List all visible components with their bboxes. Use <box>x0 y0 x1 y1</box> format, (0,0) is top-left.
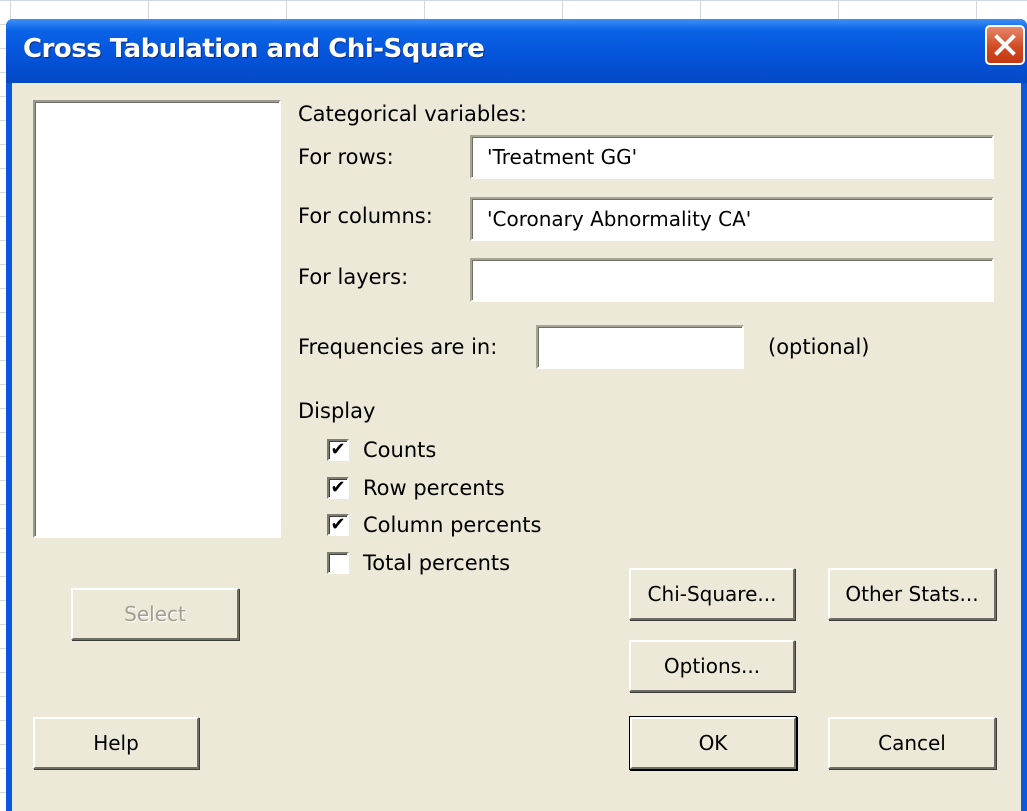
checkmark-icon: ✔ <box>330 477 346 498</box>
total-percents-checkbox[interactable] <box>327 552 349 574</box>
frequencies-field[interactable] <box>536 325 744 369</box>
other-stats-button[interactable]: Other Stats... <box>828 568 996 620</box>
cancel-button[interactable]: Cancel <box>828 717 996 769</box>
title-bar: Cross Tabulation and Chi-Square <box>6 19 1027 83</box>
column-percents-option[interactable]: ✔ Column percents <box>327 511 541 539</box>
row-percents-label: Row percents <box>363 476 505 500</box>
select-button[interactable]: Select <box>71 588 239 640</box>
counts-label: Counts <box>363 438 437 462</box>
close-icon <box>994 34 1016 56</box>
variable-list[interactable] <box>33 100 281 538</box>
rows-field[interactable]: 'Treatment GG' <box>470 135 994 179</box>
row-percents-checkbox[interactable]: ✔ <box>327 477 349 499</box>
options-button[interactable]: Options... <box>629 640 795 692</box>
counts-checkbox[interactable]: ✔ <box>327 439 349 461</box>
column-percents-checkbox[interactable]: ✔ <box>327 514 349 536</box>
columns-field[interactable]: 'Coronary Abnormality CA' <box>470 197 994 241</box>
for-columns-label: For columns: <box>298 204 433 228</box>
column-percents-label: Column percents <box>363 513 542 537</box>
total-percents-label: Total percents <box>363 551 511 575</box>
categorical-variables-label: Categorical variables: <box>298 102 527 126</box>
counts-option[interactable]: ✔ Counts <box>327 436 436 464</box>
cross-tab-dialog: Cross Tabulation and Chi-Square Categori… <box>6 19 1027 811</box>
checkmark-icon: ✔ <box>330 439 346 460</box>
dialog-title: Cross Tabulation and Chi-Square <box>23 34 485 64</box>
optional-hint: (optional) <box>768 335 870 359</box>
display-label: Display <box>298 399 376 423</box>
close-button[interactable] <box>985 25 1025 65</box>
ok-button[interactable]: OK <box>630 717 796 769</box>
row-percents-option[interactable]: ✔ Row percents <box>327 474 505 502</box>
help-button[interactable]: Help <box>33 717 199 769</box>
layers-field[interactable] <box>470 258 994 302</box>
for-rows-label: For rows: <box>298 145 394 169</box>
for-layers-label: For layers: <box>298 265 409 289</box>
checkmark-icon: ✔ <box>330 514 346 535</box>
chi-square-button[interactable]: Chi-Square... <box>629 568 795 620</box>
dialog-body: Categorical variables: For rows: 'Treatm… <box>12 83 1021 811</box>
total-percents-option[interactable]: Total percents <box>327 549 510 577</box>
frequencies-label: Frequencies are in: <box>298 335 498 359</box>
